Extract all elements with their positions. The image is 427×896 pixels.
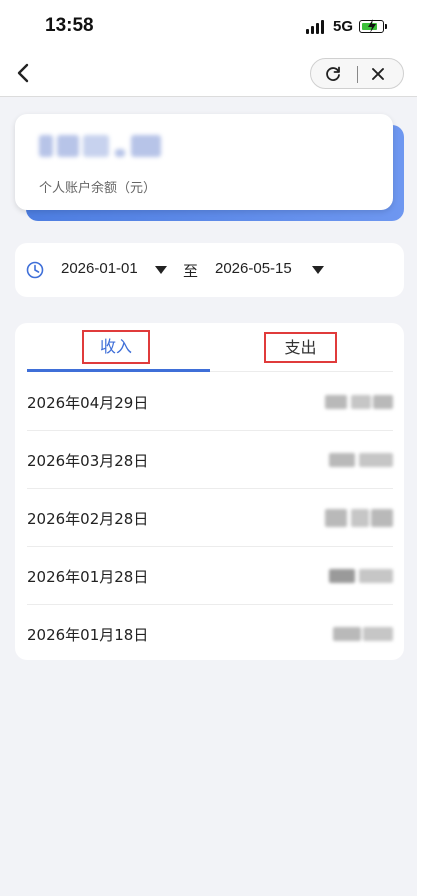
start-date-picker[interactable]: 2026-01-01	[61, 260, 138, 277]
record-date: 2026年01月28日	[27, 568, 149, 586]
list-item[interactable]: 2026年02月28日	[27, 489, 393, 547]
right-edge	[417, 0, 427, 896]
record-date: 2026年04月29日	[27, 394, 149, 412]
battery-icon	[359, 19, 384, 33]
refresh-icon[interactable]	[324, 65, 342, 83]
record-amount-blurred	[325, 395, 393, 409]
record-date: 2026年01月18日	[27, 626, 149, 644]
capsule-divider	[357, 66, 358, 83]
close-icon[interactable]	[369, 65, 387, 83]
clock-icon	[26, 261, 44, 279]
balance-card: 个人账户余额（元）	[15, 114, 393, 210]
record-date: 2026年03月28日	[27, 452, 149, 470]
date-filter: 2026-01-01 至 2026-05-15	[15, 243, 404, 297]
record-amount-blurred	[333, 627, 393, 641]
active-tab-indicator	[27, 369, 210, 372]
tab-expense[interactable]: 支出	[264, 332, 337, 363]
status-bar: 13:58 5G	[0, 0, 417, 50]
back-icon[interactable]	[12, 60, 36, 86]
list-item[interactable]: 2026年03月28日	[27, 431, 393, 489]
screen: 13:58 5G 个人账户余额（元） 2026-01-01 至 2026-05-…	[0, 0, 417, 896]
list-item[interactable]: 2026年01月28日	[27, 547, 393, 605]
end-date-dropdown-icon[interactable]	[312, 266, 324, 274]
balance-label: 个人账户余额（元）	[39, 181, 157, 196]
signal-icon	[306, 20, 326, 34]
record-amount-blurred	[329, 453, 393, 467]
mini-program-capsule	[310, 58, 404, 89]
battery-tip	[385, 24, 387, 29]
record-amount-blurred	[325, 509, 393, 527]
date-range-separator: 至	[183, 262, 199, 280]
records-card: 收入 支出 2026年04月29日 2026年03月28日 2026年02月28…	[15, 323, 404, 660]
record-amount-blurred	[329, 569, 393, 583]
list-item[interactable]: 2026年04月29日	[27, 373, 393, 431]
nav-bar	[0, 50, 417, 97]
end-date-picker[interactable]: 2026-05-15	[215, 260, 292, 277]
record-date: 2026年02月28日	[27, 510, 149, 528]
start-date-dropdown-icon[interactable]	[155, 266, 167, 274]
list-item[interactable]: 2026年01月18日	[27, 605, 393, 663]
tab-income[interactable]: 收入	[82, 330, 150, 364]
status-time: 13:58	[45, 15, 94, 36]
network-type: 5G	[333, 18, 354, 35]
balance-amount-blurred	[39, 131, 165, 161]
